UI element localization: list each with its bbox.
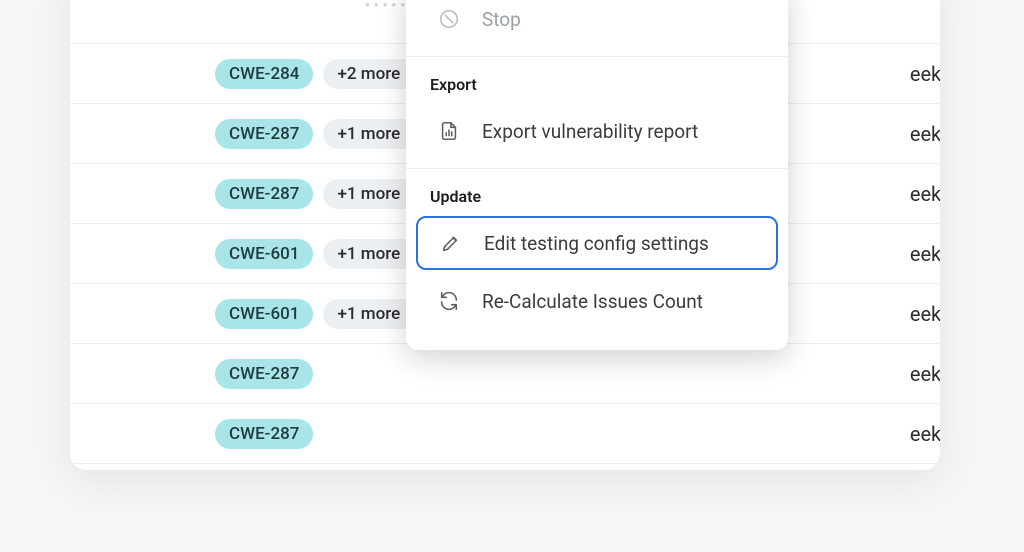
edit-config-menu-item[interactable]: Edit testing config settings — [416, 216, 778, 270]
cwe-tag[interactable]: CWE-284 — [215, 59, 313, 89]
more-tag[interactable]: +1 more — [323, 179, 418, 209]
cwe-tag[interactable]: CWE-287 — [215, 419, 313, 449]
recalculate-menu-item[interactable]: Re-Calculate Issues Count — [416, 274, 778, 328]
category-cell: on — [70, 362, 215, 386]
category-cell: on — [70, 122, 215, 146]
cwe-tag[interactable]: CWE-601 — [215, 239, 313, 269]
cwe-tag[interactable]: CWE-287 — [215, 359, 313, 389]
time-cell: eeks ago — [810, 362, 940, 386]
menu-item-label: Stop — [482, 8, 521, 31]
menu-item-label: Re-Calculate Issues Count — [482, 290, 703, 313]
file-chart-icon — [438, 120, 460, 142]
table-row[interactable]: on CWE-287 1 3 weeks ago — [70, 464, 940, 470]
update-section-header: Update — [406, 169, 788, 212]
table-row[interactable]: on CWE-287 eeks ago — [70, 404, 940, 464]
category-cell: on — [70, 182, 215, 206]
export-section-header: Export — [406, 57, 788, 100]
more-tag[interactable]: +1 more — [323, 119, 418, 149]
time-cell: eeks ago — [810, 242, 940, 266]
cwe-tag[interactable]: CWE-287 — [215, 119, 313, 149]
more-tag[interactable]: +1 more — [323, 299, 418, 329]
cwe-tag[interactable]: CWE-287 — [215, 179, 313, 209]
time-cell: eeks ago — [810, 122, 940, 146]
more-tag[interactable]: +2 more — [323, 59, 418, 89]
menu-item-label: Edit testing config settings — [484, 232, 709, 255]
table-row[interactable]: on CWE-287 eeks ago — [70, 344, 940, 404]
more-tag[interactable]: +1 more — [323, 239, 418, 269]
stop-menu-item[interactable]: Stop — [416, 0, 778, 46]
export-report-menu-item[interactable]: Export vulnerability report — [416, 104, 778, 158]
time-cell: eeks ago — [810, 422, 940, 446]
menu-item-label: Export vulnerability report — [482, 120, 698, 143]
time-cell: eeks ago — [810, 182, 940, 206]
stop-icon — [438, 8, 460, 30]
context-menu: Stop Export Export vulnerability report … — [406, 0, 788, 350]
time-cell: eeks ago — [810, 62, 940, 86]
pencil-icon — [440, 232, 462, 254]
category-cell: on — [70, 422, 215, 446]
time-cell: eeks ago — [810, 302, 940, 326]
refresh-icon — [438, 290, 460, 312]
cwe-tag[interactable]: CWE-601 — [215, 299, 313, 329]
